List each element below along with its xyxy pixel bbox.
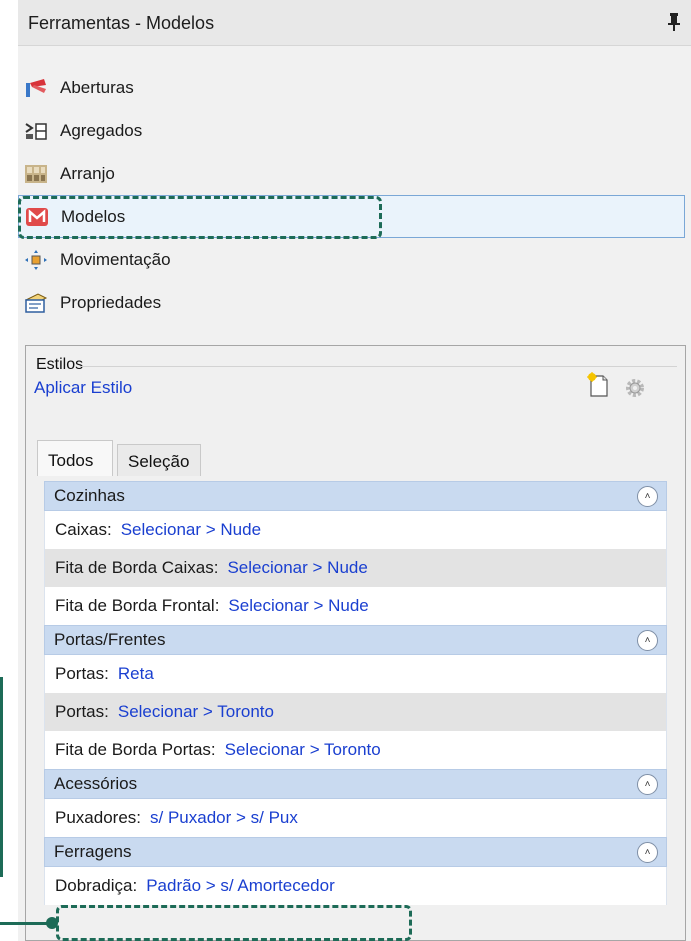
collapse-icon[interactable]: ˄: [637, 842, 658, 863]
collapse-icon[interactable]: ˄: [637, 486, 658, 507]
callout-line: [0, 677, 3, 877]
menu-item-aberturas[interactable]: Aberturas: [18, 66, 691, 109]
property-value-link[interactable]: Padrão > s/ Amortecedor: [146, 876, 335, 896]
menu-item-label: Propriedades: [60, 292, 162, 312]
new-style-icon[interactable]: [587, 372, 609, 398]
aberturas-icon: [24, 77, 48, 99]
gear-icon[interactable]: [623, 376, 647, 400]
tab-selecao[interactable]: Seleção: [117, 444, 201, 476]
property-key: Portas:: [55, 664, 109, 683]
callout-dot: [46, 917, 58, 929]
section-title: Portas/Frentes: [54, 630, 166, 649]
property-key: Puxadores:: [55, 808, 141, 827]
section-title: Cozinhas: [54, 486, 125, 505]
menu-item-agregados[interactable]: Agregados: [18, 109, 691, 152]
collapse-icon[interactable]: ˄: [637, 774, 658, 795]
movimentacao-icon: [24, 249, 48, 271]
property-row: Fita de Borda Portas: Selecionar > Toron…: [44, 731, 667, 769]
tab-todos[interactable]: Todos: [37, 440, 113, 476]
property-sections: Cozinhas ˄ Caixas: Selecionar > Nude Fit…: [44, 481, 667, 905]
property-value-link[interactable]: Selecionar > Nude: [121, 520, 261, 540]
menu-item-propriedades[interactable]: Propriedades: [18, 281, 691, 324]
section-header-cozinhas[interactable]: Cozinhas ˄: [44, 481, 667, 511]
tool-menu: Aberturas Agregados Arranjo Modelos Movi…: [18, 66, 691, 324]
property-key: Portas:: [55, 702, 109, 721]
group-divider: [80, 366, 677, 367]
apply-style-link[interactable]: Aplicar Estilo: [34, 378, 132, 398]
property-key: Fita de Borda Caixas:: [55, 558, 219, 577]
menu-item-movimentacao[interactable]: Movimentação: [18, 238, 691, 281]
property-value-link[interactable]: Selecionar > Nude: [228, 596, 368, 616]
property-row: Fita de Borda Caixas: Selecionar > Nude: [44, 549, 667, 587]
property-row: Dobradiça: Padrão > s/ Amortecedor: [44, 867, 667, 905]
property-value-link[interactable]: Selecionar > Nude: [227, 558, 367, 578]
styles-group-label: Estilos: [36, 356, 84, 373]
section-header-acessorios[interactable]: Acessórios ˄: [44, 769, 667, 799]
menu-item-label: Movimentação: [60, 249, 171, 269]
dobradica-highlight: [56, 905, 412, 941]
property-row: Puxadores: s/ Puxador > s/ Pux: [44, 799, 667, 837]
property-key: Fita de Borda Portas:: [55, 740, 216, 759]
menu-item-label: Agregados: [60, 120, 143, 140]
arranjo-icon: [24, 163, 48, 185]
title-bar: Ferramentas - Modelos: [18, 0, 691, 46]
modelos-highlight: [18, 196, 382, 239]
property-value-link[interactable]: Selecionar > Toronto: [225, 740, 381, 760]
callout-connector: [0, 922, 50, 925]
collapse-icon[interactable]: ˄: [637, 630, 658, 651]
menu-item-label: Arranjo: [60, 163, 115, 183]
styles-panel: Estilos Aplicar Estilo Todos Seleção Coz…: [25, 345, 686, 941]
property-value-link[interactable]: Selecionar > Toronto: [118, 702, 274, 722]
window-title: Ferramentas - Modelos: [28, 13, 215, 33]
property-key: Dobradiça:: [55, 876, 138, 895]
menu-item-label: Aberturas: [60, 77, 134, 97]
property-value-link[interactable]: Reta: [118, 664, 154, 684]
property-row: Caixas: Selecionar > Nude: [44, 511, 667, 549]
property-key: Caixas:: [55, 520, 112, 539]
property-row: Portas: Reta: [44, 655, 667, 693]
section-header-portas-frentes[interactable]: Portas/Frentes ˄: [44, 625, 667, 655]
agregados-icon: [24, 120, 48, 142]
pin-icon[interactable]: [667, 12, 681, 32]
section-header-ferragens[interactable]: Ferragens ˄: [44, 837, 667, 867]
section-title: Ferragens: [54, 842, 132, 861]
property-row: Fita de Borda Frontal: Selecionar > Nude: [44, 587, 667, 625]
property-key: Fita de Borda Frontal:: [55, 596, 220, 615]
propriedades-icon: [24, 292, 48, 314]
section-title: Acessórios: [54, 774, 138, 793]
menu-item-arranjo[interactable]: Arranjo: [18, 152, 691, 195]
property-row: Portas: Selecionar > Toronto: [44, 693, 667, 731]
property-value-link[interactable]: s/ Puxador > s/ Pux: [150, 808, 298, 828]
